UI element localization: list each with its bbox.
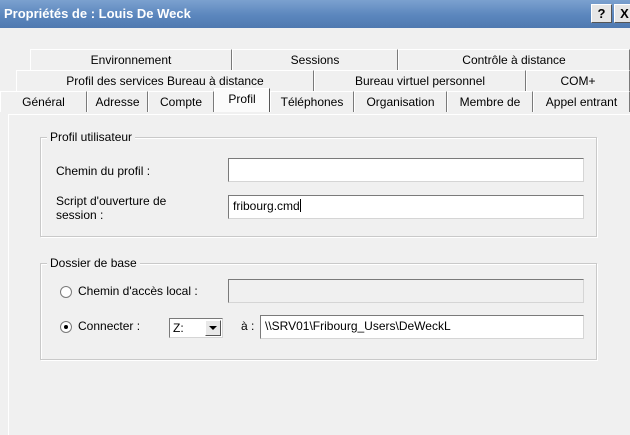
close-button[interactable]: X (614, 4, 630, 23)
tab-appel-entrant[interactable]: Appel entrant (533, 91, 630, 112)
profile-path-input[interactable] (228, 158, 584, 182)
profile-group-legend: Profil utilisateur (47, 130, 136, 144)
local-path-input[interactable] (228, 279, 584, 303)
tab-telephones[interactable]: Téléphones (270, 91, 354, 112)
home-folder-group-legend: Dossier de base (47, 256, 140, 270)
logon-script-value: fribourg.cmd (233, 199, 300, 213)
title-bar: Propriétés de : Louis De Weck ? X (0, 0, 630, 28)
tab-bureau-virtuel[interactable]: Bureau virtuel personnel (314, 70, 526, 91)
tab-controle-a-distance[interactable]: Contrôle à distance (398, 49, 630, 70)
connect-label: Connecter : (78, 319, 141, 333)
tab-sessions[interactable]: Sessions (232, 49, 398, 70)
drive-letter-select[interactable]: Z: (169, 318, 223, 338)
logon-script-label-line2: session : (56, 208, 104, 222)
tab-organisation[interactable]: Organisation (354, 91, 447, 112)
logon-script-label-line1: Script d'ouverture de (56, 194, 167, 208)
to-label: à : (241, 319, 255, 333)
tab-adresse[interactable]: Adresse (87, 91, 148, 112)
tab-profil[interactable]: Profil (214, 88, 270, 112)
local-path-radio[interactable] (60, 286, 72, 298)
logon-script-input[interactable]: fribourg.cmd (228, 195, 584, 219)
tab-environnement[interactable]: Environnement (30, 49, 232, 70)
local-path-label: Chemin d'accès local : (78, 284, 198, 298)
window-title: Propriétés de : Louis De Weck (4, 6, 191, 21)
tab-membre-de[interactable]: Membre de (447, 91, 533, 112)
text-caret (299, 199, 301, 212)
help-button[interactable]: ? (591, 4, 612, 23)
tab-compte[interactable]: Compte (148, 91, 214, 112)
tab-general[interactable]: Général (0, 91, 87, 112)
home-folder-path-input[interactable]: \\SRV01\Fribourg_Users\DeWeckL (260, 315, 584, 339)
connect-radio[interactable] (60, 321, 72, 333)
profile-path-label: Chemin du profil : (56, 164, 151, 178)
chevron-down-icon[interactable] (205, 320, 221, 336)
profile-group: Profil utilisateur Chemin du profil : Sc… (40, 130, 597, 237)
tab-com-plus[interactable]: COM+ (526, 70, 630, 91)
drive-letter-value: Z: (173, 321, 184, 335)
home-folder-group: Dossier de base Chemin d'accès local : C… (40, 256, 597, 360)
